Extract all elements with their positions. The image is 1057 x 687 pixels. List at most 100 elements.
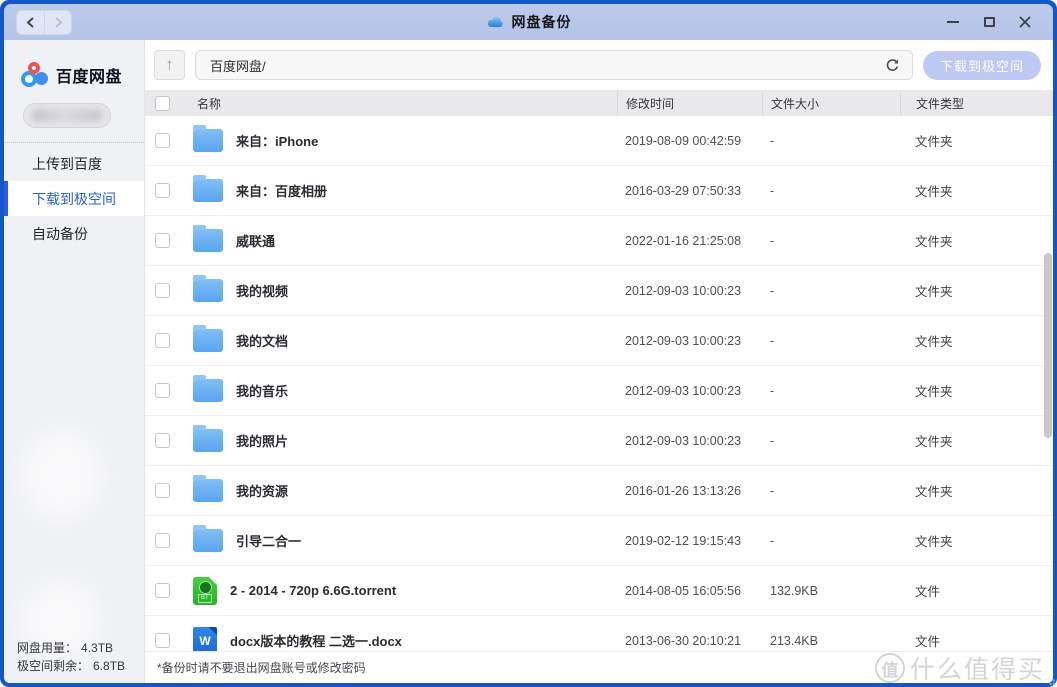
refresh-button[interactable]	[882, 54, 904, 76]
path-bar	[195, 50, 913, 80]
refresh-icon	[885, 58, 900, 73]
table-row[interactable]: 我的文档 2012-09-03 10:00:23 - 文件夹	[145, 316, 1053, 366]
file-size: 213.4KB	[762, 634, 900, 648]
logo-text: 百度网盘	[56, 63, 122, 87]
app-logo: 百度网盘	[4, 40, 144, 87]
header-size[interactable]: 文件大小	[762, 90, 900, 116]
table-row[interactable]: 我的视频 2012-09-03 10:00:23 - 文件夹	[145, 266, 1053, 316]
folder-icon	[193, 379, 223, 402]
resize-grip[interactable]	[1047, 677, 1055, 685]
backup-warning-note: *备份时请不要退出网盘账号或修改密码	[157, 659, 366, 676]
file-name: 我的照片	[236, 431, 288, 450]
path-input[interactable]	[208, 57, 882, 74]
file-size: -	[762, 184, 900, 198]
file-mtime: 2016-03-29 07:50:33	[617, 184, 762, 198]
sidebar-item-auto-backup[interactable]: 自动备份	[4, 216, 144, 251]
up-directory-button[interactable]: ↑	[154, 50, 185, 80]
row-checkbox[interactable]	[155, 383, 170, 398]
file-mtime: 2012-09-03 10:00:23	[617, 284, 762, 298]
file-size: -	[762, 234, 900, 248]
scrollbar-thumb[interactable]	[1044, 253, 1052, 438]
table-row[interactable]: 引导二合一 2019-02-12 19:15:43 - 文件夹	[145, 516, 1053, 566]
zspace-remaining-value: 6.8TB	[93, 659, 125, 673]
sidebar-item-upload-to-baidu[interactable]: 上传到百度	[4, 146, 144, 181]
file-table-body: 来自：iPhone 2019-08-09 00:42:59 - 文件夹 来自：百…	[145, 116, 1053, 683]
sidebar-item-download-to-zspace[interactable]: 下载到极空间	[4, 181, 144, 216]
row-checkbox[interactable]	[155, 633, 170, 648]
row-checkbox[interactable]	[155, 283, 170, 298]
table-row[interactable]: 来自：iPhone 2019-08-09 00:42:59 - 文件夹	[145, 116, 1053, 166]
minimize-icon	[947, 21, 959, 23]
main-panel: ↑ 下载到极空间 名称 修改时间 文件大小	[145, 40, 1053, 683]
folder-icon	[193, 529, 223, 552]
close-button[interactable]	[1011, 10, 1039, 34]
close-icon	[1019, 16, 1031, 28]
file-type: 文件夹	[900, 231, 1053, 250]
netdisk-usage-value: 4.3TB	[81, 641, 113, 655]
file-size: 132.9KB	[762, 584, 900, 598]
file-type: 文件夹	[900, 131, 1053, 150]
folder-icon	[193, 129, 223, 152]
row-checkbox[interactable]	[155, 483, 170, 498]
table-row[interactable]: 来自：百度相册 2016-03-29 07:50:33 - 文件夹	[145, 166, 1053, 216]
row-checkbox[interactable]	[155, 183, 170, 198]
file-type: 文件夹	[900, 281, 1053, 300]
header-mtime[interactable]: 修改时间	[617, 90, 762, 116]
download-to-zspace-button[interactable]: 下载到极空间	[923, 51, 1041, 80]
file-size: -	[762, 434, 900, 448]
folder-icon	[193, 279, 223, 302]
file-name: 2 - 2014 - 720p 6.6G.torrent	[230, 583, 396, 598]
file-name: 我的资源	[236, 481, 288, 500]
sidebar-nav: 上传到百度 下载到极空间 自动备份	[4, 146, 144, 251]
back-button[interactable]	[17, 11, 44, 34]
folder-icon	[193, 229, 223, 252]
file-name: 我的文档	[236, 331, 288, 350]
file-type: 文件	[900, 581, 1053, 600]
file-type: 文件夹	[900, 531, 1053, 550]
table-row[interactable]: 我的照片 2012-09-03 10:00:23 - 文件夹	[145, 416, 1053, 466]
file-mtime: 2019-02-12 19:15:43	[617, 534, 762, 548]
netdisk-usage-label: 网盘用量：	[17, 641, 77, 655]
row-checkbox[interactable]	[155, 583, 170, 598]
account-name-blurred[interactable]	[23, 103, 111, 128]
file-type: 文件夹	[900, 431, 1053, 450]
folder-icon	[193, 179, 223, 202]
up-arrow-icon: ↑	[165, 55, 174, 75]
zspace-remaining: 极空间剩余：6.8TB	[17, 657, 125, 675]
file-name: 来自：百度相册	[236, 181, 327, 200]
sidebar-item-label: 上传到百度	[32, 154, 102, 174]
row-checkbox[interactable]	[155, 533, 170, 548]
folder-icon	[193, 479, 223, 502]
baidu-netdisk-logo-icon	[21, 62, 48, 87]
row-checkbox[interactable]	[155, 233, 170, 248]
file-type: 文件夹	[900, 381, 1053, 400]
file-mtime: 2012-09-03 10:00:23	[617, 334, 762, 348]
cloud-icon	[486, 15, 505, 29]
row-checkbox[interactable]	[155, 333, 170, 348]
folder-icon	[193, 329, 223, 352]
netdisk-usage: 网盘用量： 4.3TB	[17, 639, 125, 657]
maximize-icon	[984, 17, 995, 27]
table-row[interactable]: 我的资源 2016-01-26 13:13:26 - 文件夹	[145, 466, 1053, 516]
window-title: 网盘备份	[512, 12, 572, 32]
row-checkbox[interactable]	[155, 133, 170, 148]
sidebar-watermark-blob	[22, 430, 102, 520]
back-icon	[26, 17, 35, 28]
sidebar-divider	[4, 142, 144, 143]
file-mtime: 2016-01-26 13:13:26	[617, 484, 762, 498]
table-row[interactable]: 我的音乐 2012-09-03 10:00:23 - 文件夹	[145, 366, 1053, 416]
table-row[interactable]: 威联通 2022-01-16 21:25:08 - 文件夹	[145, 216, 1053, 266]
select-all-checkbox[interactable]	[155, 96, 170, 111]
header-name[interactable]: 名称	[185, 95, 617, 112]
minimize-button[interactable]	[939, 10, 967, 34]
row-checkbox[interactable]	[155, 433, 170, 448]
torrent-icon	[193, 577, 217, 605]
header-type[interactable]: 文件类型	[900, 90, 1053, 116]
file-mtime: 2013-06-30 20:10:21	[617, 634, 762, 648]
forward-button[interactable]	[44, 11, 71, 34]
maximize-button[interactable]	[975, 10, 1003, 34]
table-row[interactable]: 2 - 2014 - 720p 6.6G.torrent 2014-08-05 …	[145, 566, 1053, 616]
history-buttons	[16, 10, 72, 35]
file-name: 我的音乐	[236, 381, 288, 400]
titlebar: 网盘备份	[4, 4, 1053, 40]
